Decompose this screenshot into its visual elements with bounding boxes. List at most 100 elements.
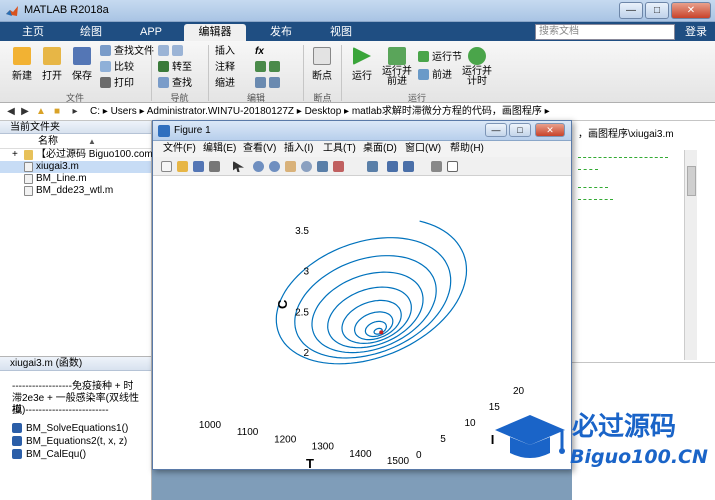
print-icon[interactable] [209, 161, 220, 172]
menu-desktop[interactable]: 桌面(D) [363, 141, 397, 157]
function-icon [12, 436, 22, 446]
menu-insert[interactable]: 插入(I) [284, 141, 313, 157]
tab-publish[interactable]: 发布 [256, 24, 306, 41]
run-advance-icon [388, 47, 406, 65]
file-list-item[interactable]: BM_dde23_wtl.m [0, 185, 151, 197]
compare-button[interactable]: 比较 [100, 61, 134, 75]
insert-button[interactable]: 插入 [215, 45, 235, 59]
brush-icon[interactable] [333, 161, 344, 172]
tab-view[interactable]: 视图 [316, 24, 366, 41]
group-label-run: 运行 [407, 93, 426, 103]
maximize-button[interactable]: □ [645, 2, 669, 19]
x-axis-label: T [306, 456, 314, 469]
comment-toggle[interactable] [255, 61, 283, 75]
figure-minimize-button[interactable]: — [485, 123, 507, 137]
save-icon [73, 47, 91, 65]
dashed-line [578, 169, 598, 170]
minimize-button[interactable]: — [619, 2, 643, 19]
comment-button[interactable]: 注释 [215, 61, 235, 75]
data-cursor-icon[interactable] [317, 161, 328, 172]
save-button[interactable]: 保存 [68, 47, 96, 82]
file-list-item[interactable]: xiugai3.m [0, 161, 151, 173]
pointer-icon[interactable] [233, 161, 244, 172]
print-button[interactable]: 打印 [100, 77, 134, 91]
group-label-edit: 编辑 [246, 93, 265, 103]
folder-icon [43, 47, 61, 65]
indent-toggle[interactable] [255, 77, 283, 91]
run-icon [353, 47, 371, 65]
sort-arrow-icon: ▲ [88, 137, 96, 146]
tab-plots[interactable]: 绘图 [66, 24, 116, 41]
compare-icon [100, 61, 111, 72]
indent-button[interactable]: 缩进 [215, 77, 235, 91]
z-tick-label: 3.5 [295, 226, 309, 237]
browse-folder-icon[interactable]: ■ [50, 105, 64, 118]
advance-icon [418, 69, 429, 80]
panel-title: 当前文件夹 [0, 121, 151, 134]
goto-icon [158, 61, 169, 72]
scroll-thumb[interactable] [687, 166, 696, 196]
save-icon[interactable] [193, 161, 204, 172]
figure-maximize-button[interactable]: □ [509, 123, 531, 137]
function-item[interactable]: BM_CalEqu() [12, 449, 86, 461]
x-tick-label: 1200 [274, 434, 297, 445]
menu-edit[interactable]: 编辑(E) [203, 141, 236, 157]
function-item[interactable]: BM_SolveEquations1() [12, 423, 128, 435]
nav-arrows[interactable] [158, 45, 186, 59]
separator [208, 45, 209, 101]
run-section-icon [418, 51, 429, 62]
file-list-item[interactable]: BM_Line.m [0, 173, 151, 185]
figure-title: Figure 1 [174, 125, 211, 136]
tab-editor[interactable]: 编辑器 [184, 24, 246, 41]
window-title: MATLAB R2018a [24, 4, 109, 16]
new-button[interactable]: 新建 [8, 47, 36, 82]
column-header-name[interactable]: 名称 ▲ [0, 134, 151, 149]
run-button[interactable]: 运行 [348, 47, 376, 82]
forward-arrow-icon[interactable]: ▶ [18, 105, 32, 118]
tab-home[interactable]: 主页 [8, 24, 58, 41]
fx-button[interactable]: fx [255, 45, 264, 59]
run-advance-button[interactable]: 运行并前进 [378, 47, 416, 87]
menu-file[interactable]: 文件(F) [163, 141, 196, 157]
goto-button[interactable]: 转至 [158, 61, 192, 75]
tab-apps[interactable]: APP [126, 24, 176, 41]
advance-button[interactable]: 前进 [418, 69, 452, 83]
open-icon[interactable] [177, 161, 188, 172]
colorbar-icon[interactable] [387, 161, 398, 172]
column-header-label: 名称 [38, 136, 58, 147]
link-icon[interactable] [367, 161, 378, 172]
folder-up-icon[interactable]: ▲ [34, 105, 48, 118]
figure-close-button[interactable]: ✕ [535, 123, 565, 137]
pan-icon[interactable] [285, 161, 296, 172]
login-button[interactable]: 登录 [681, 24, 711, 40]
dashed-line [578, 157, 668, 158]
menu-view[interactable]: 查看(V) [243, 141, 276, 157]
show-tools-icon[interactable] [447, 161, 458, 172]
menu-window[interactable]: 窗口(W) [405, 141, 441, 157]
back-arrow-icon[interactable]: ◀ [4, 105, 18, 118]
menu-tools[interactable]: 工具(T) [323, 141, 356, 157]
function-item[interactable]: BM_Equations2(t, x, z) [12, 436, 127, 448]
breakpoints-button[interactable]: 断点 [307, 47, 337, 82]
hide-tools-icon[interactable] [431, 161, 442, 172]
run-time-button[interactable]: 运行并计时 [462, 47, 492, 87]
comment-line: ------------------免疫接种 + 时 [12, 381, 134, 392]
search-input[interactable]: 搜索文档 [535, 24, 675, 40]
legend-icon[interactable] [403, 161, 414, 172]
find-files-button[interactable]: 查找文件 [100, 45, 154, 59]
open-button[interactable]: 打开 [38, 47, 66, 82]
file-list-item[interactable]: + 【必过源码 Biguo100.com】 [0, 149, 163, 161]
vertical-scrollbar[interactable] [684, 150, 697, 360]
zoom-out-icon[interactable] [269, 161, 280, 172]
m-file-icon [24, 186, 33, 196]
breadcrumb[interactable]: C: ▸ Users ▸ Administrator.WIN7U-2018012… [90, 105, 550, 119]
close-button[interactable]: ✕ [671, 2, 711, 19]
find-button[interactable]: 查找 [158, 77, 192, 91]
rotate-icon[interactable] [301, 161, 312, 172]
expand-icon: + [12, 149, 18, 160]
run-section-button[interactable]: 运行节 [418, 51, 462, 65]
menu-help[interactable]: 帮助(H) [450, 141, 484, 157]
group-label-breakpoints: 断点 [313, 93, 332, 103]
new-figure-icon[interactable] [161, 161, 172, 172]
zoom-in-icon[interactable] [253, 161, 264, 172]
